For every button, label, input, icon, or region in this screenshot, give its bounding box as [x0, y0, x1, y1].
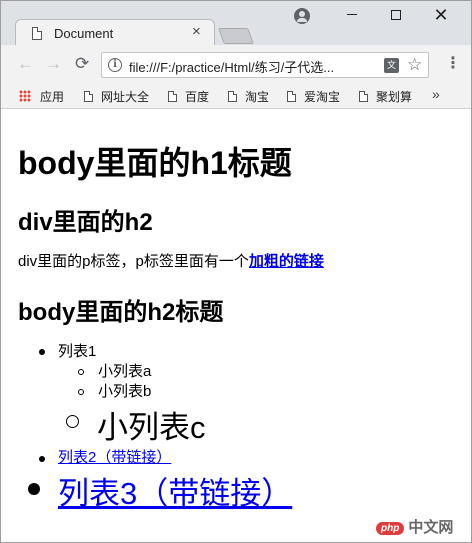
reload-icon[interactable]: ⟳ [75, 55, 89, 72]
url-text[interactable]: file:///F:/practice/Html/练习/子代选... [129, 57, 334, 76]
bookmark-aitaobao[interactable]: 爱淘宝 [287, 88, 340, 105]
browser-toolbar: ← → ⟳ i file:///F:/practice/Html/练习/子代选.… [1, 45, 471, 83]
tab-strip: Document × ✕ [1, 1, 471, 46]
maximize-button[interactable] [381, 4, 411, 26]
menu-dots-icon[interactable]: ⋮ [445, 55, 461, 73]
list-item-2-link[interactable]: 列表2（带链接） [58, 446, 171, 467]
div-h2: div里面的h2 [18, 209, 153, 236]
bookmark-wangzhi[interactable]: 网址大全 [84, 88, 149, 105]
tab-title: Document [54, 26, 114, 41]
php-logo: php [376, 522, 405, 535]
new-tab-button[interactable] [218, 28, 254, 44]
list-item-1: 列表1 [58, 343, 97, 360]
browser-window: Document × ✕ ← → ⟳ i file:///F:/practice… [0, 0, 472, 543]
address-bar[interactable]: i file:///F:/practice/Html/练习/子代选... 文 ☆ [101, 52, 429, 78]
page-icon [84, 91, 93, 102]
body-h2: body里面的h2标题 [18, 299, 224, 326]
forward-arrow-icon[interactable]: → [45, 55, 62, 72]
bookmarks-bar: 应用 网址大全 百度 淘宝 爱淘宝 聚划算 » [1, 83, 471, 109]
page-icon [228, 91, 237, 102]
sub-list-item-a: 小列表a [98, 363, 152, 380]
tab-close-icon[interactable]: × [192, 24, 201, 40]
sub-list-circle [78, 369, 84, 375]
info-icon[interactable]: i [108, 58, 122, 72]
bookmark-apps[interactable]: 应用 [19, 88, 64, 105]
bookmark-juhuasuan[interactable]: 聚划算 [359, 88, 412, 105]
paragraph-text: div里面的p标签，p标签里面有一个 [18, 253, 249, 270]
bold-link[interactable]: 加粗的链接 [249, 253, 324, 270]
back-arrow-icon[interactable]: ← [17, 55, 34, 72]
bookmark-baidu[interactable]: 百度 [168, 88, 209, 105]
list-item-3-link[interactable]: 列表3（带链接） [58, 468, 292, 513]
apps-icon [19, 90, 31, 102]
div-paragraph: div里面的p标签，p标签里面有一个加粗的链接 [18, 250, 324, 271]
translate-icon[interactable]: 文 [384, 58, 399, 73]
minimize-button[interactable] [337, 4, 367, 26]
tab-document[interactable]: Document × [15, 19, 215, 46]
list-bullet [28, 483, 40, 495]
sub-list-item-c: 小列表c [97, 410, 206, 445]
list-bullet [39, 456, 45, 462]
site-watermark: php 中文网 [376, 516, 453, 537]
sub-list-circle [78, 389, 84, 395]
bookmark-star-icon[interactable]: ☆ [407, 55, 422, 75]
page-icon [32, 27, 42, 40]
list-bullet [39, 349, 45, 355]
bookmarks-overflow-icon[interactable]: » [432, 86, 440, 102]
close-window-button[interactable]: ✕ [426, 4, 456, 26]
bookmark-taobao[interactable]: 淘宝 [228, 88, 269, 105]
sub-list-circle [66, 415, 79, 428]
account-icon[interactable] [294, 8, 310, 24]
page-h1: body里面的h1标题 [18, 145, 292, 181]
sub-list-item-b: 小列表b [98, 383, 152, 400]
page-icon [287, 91, 296, 102]
page-icon [359, 91, 368, 102]
page-icon [168, 91, 177, 102]
